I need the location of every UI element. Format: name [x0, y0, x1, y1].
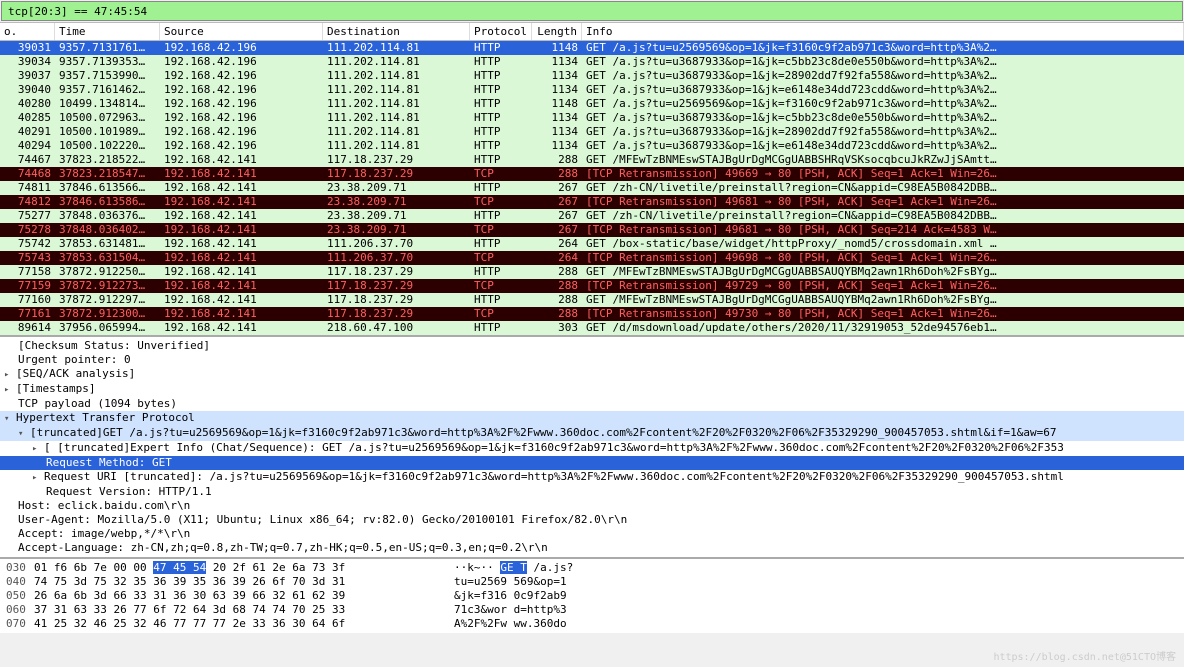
- display-filter-bar[interactable]: tcp[20:3] == 47:45:54: [1, 1, 1183, 21]
- packet-row[interactable]: 7716137872.912300…192.168.42.141117.18.2…: [0, 307, 1184, 321]
- packet-row[interactable]: 7527837848.036402…192.168.42.14123.38.20…: [0, 223, 1184, 237]
- column-headers: o. Time Source Destination Protocol Leng…: [0, 22, 1184, 41]
- col-source-header[interactable]: Source: [160, 23, 323, 40]
- packet-row[interactable]: 7715837872.912250…192.168.42.141117.18.2…: [0, 265, 1184, 279]
- col-destination-header[interactable]: Destination: [323, 23, 470, 40]
- packet-row[interactable]: 390379357.7153990…192.168.42.196111.202.…: [0, 69, 1184, 83]
- http-host: Host: eclick.baidu.com\r\n: [0, 499, 1184, 513]
- packet-row[interactable]: 7574237853.631481…192.168.42.141111.206.…: [0, 237, 1184, 251]
- packet-detail-pane[interactable]: [Checksum Status: Unverified] Urgent poi…: [0, 335, 1184, 557]
- packet-row[interactable]: 390349357.7139353…192.168.42.196111.202.…: [0, 55, 1184, 69]
- packet-list[interactable]: 390319357.7131761…192.168.42.196111.202.…: [0, 41, 1184, 335]
- request-method[interactable]: Request Method: GET: [0, 456, 1184, 470]
- col-protocol-header[interactable]: Protocol: [470, 23, 532, 40]
- packet-row[interactable]: 7715937872.912273…192.168.42.141117.18.2…: [0, 279, 1184, 293]
- packet-row[interactable]: 7481137846.613566…192.168.42.14123.38.20…: [0, 181, 1184, 195]
- packet-row[interactable]: 7716037872.912297…192.168.42.141117.18.2…: [0, 293, 1184, 307]
- packet-row[interactable]: 390409357.7161462…192.168.42.196111.202.…: [0, 83, 1184, 97]
- http-accept-language: Accept-Language: zh-CN,zh;q=0.8,zh-TW;q=…: [0, 541, 1184, 555]
- hex-row[interactable]: 07041 25 32 46 25 32 46 77 77 77 2e 33 3…: [0, 617, 1184, 631]
- seqack-analysis[interactable]: [SEQ/ACK analysis]: [0, 367, 1184, 382]
- timestamps[interactable]: [Timestamps]: [0, 382, 1184, 397]
- http-accept: Accept: image/webp,*/*\r\n: [0, 527, 1184, 541]
- expert-info[interactable]: [ [truncated]Expert Info (Chat/Sequence)…: [0, 441, 1184, 456]
- watermark: https://blog.csdn.net@51CTO博客: [993, 648, 1176, 663]
- col-time-header[interactable]: Time: [55, 23, 160, 40]
- hex-row[interactable]: 04074 75 3d 75 32 35 36 39 35 36 39 26 6…: [0, 575, 1184, 589]
- http-user-agent: User-Agent: Mozilla/5.0 (X11; Ubuntu; Li…: [0, 513, 1184, 527]
- tcp-payload: TCP payload (1094 bytes): [0, 397, 1184, 411]
- packet-row[interactable]: 7574337853.631504…192.168.42.141111.206.…: [0, 251, 1184, 265]
- col-info-header[interactable]: Info: [582, 23, 1184, 40]
- packet-row[interactable]: 7446737823.218522…192.168.42.141117.18.2…: [0, 153, 1184, 167]
- hex-row[interactable]: 05026 6a 6b 3d 66 33 31 36 30 63 39 66 3…: [0, 589, 1184, 603]
- hex-pane[interactable]: 03001 f6 6b 7e 00 00 47 45 54 20 2f 61 2…: [0, 557, 1184, 633]
- http-get-line[interactable]: [truncated]GET /a.js?tu=u2569569&op=1&jk…: [0, 426, 1184, 441]
- checksum-status: [Checksum Status: Unverified]: [0, 339, 1184, 353]
- request-version: Request Version: HTTP/1.1: [0, 485, 1184, 499]
- packet-row[interactable]: 7527737848.036376…192.168.42.14123.38.20…: [0, 209, 1184, 223]
- hex-row[interactable]: 06037 31 63 33 26 77 6f 72 64 3d 68 74 7…: [0, 603, 1184, 617]
- packet-row[interactable]: 390319357.7131761…192.168.42.196111.202.…: [0, 41, 1184, 55]
- packet-row[interactable]: 4028010499.134814…192.168.42.196111.202.…: [0, 97, 1184, 111]
- urgent-pointer: Urgent pointer: 0: [0, 353, 1184, 367]
- packet-row[interactable]: 4028510500.072963…192.168.42.196111.202.…: [0, 111, 1184, 125]
- packet-row[interactable]: 4029110500.101989…192.168.42.196111.202.…: [0, 125, 1184, 139]
- filter-text: tcp[20:3] == 47:45:54: [8, 5, 147, 18]
- http-protocol-node[interactable]: Hypertext Transfer Protocol: [0, 411, 1184, 426]
- col-no-header[interactable]: o.: [0, 23, 55, 40]
- packet-row[interactable]: 4029410500.102220…192.168.42.196111.202.…: [0, 139, 1184, 153]
- packet-row[interactable]: 7481237846.613586…192.168.42.14123.38.20…: [0, 195, 1184, 209]
- packet-row[interactable]: 7446837823.218547…192.168.42.141117.18.2…: [0, 167, 1184, 181]
- hex-row[interactable]: 03001 f6 6b 7e 00 00 47 45 54 20 2f 61 2…: [0, 561, 1184, 575]
- packet-row[interactable]: 8961437956.065994…192.168.42.141218.60.4…: [0, 321, 1184, 335]
- col-length-header[interactable]: Length: [532, 23, 582, 40]
- request-uri[interactable]: Request URI [truncated]: /a.js?tu=u25695…: [0, 470, 1184, 485]
